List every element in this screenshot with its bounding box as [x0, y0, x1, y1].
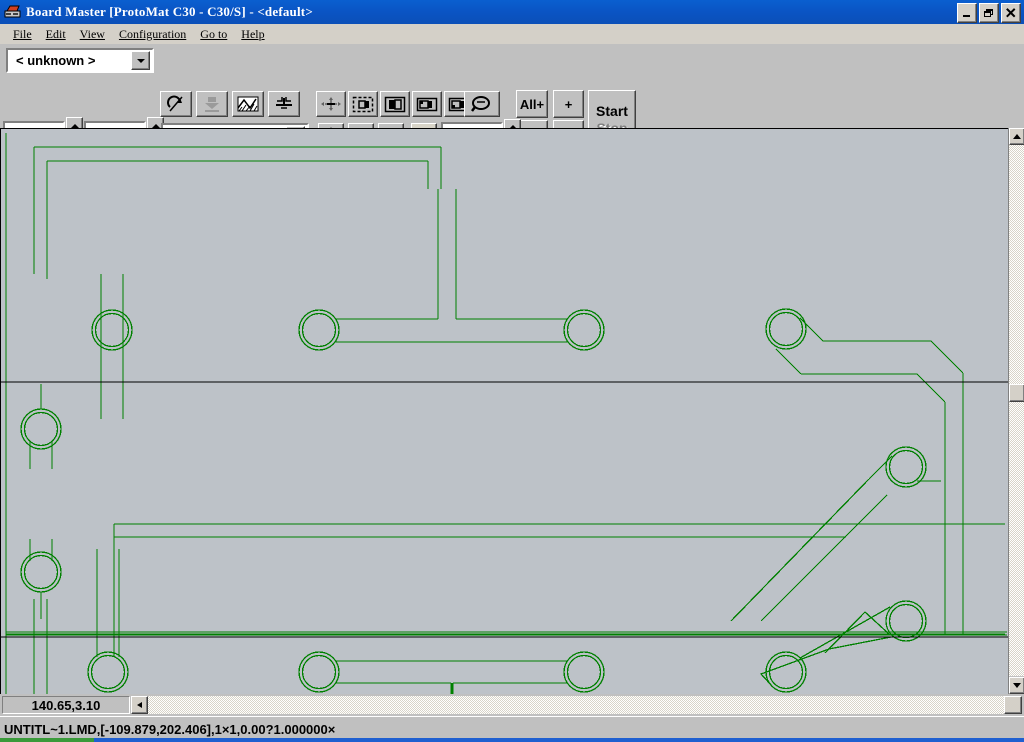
menu-bar: File Edit View Configuration Go to Help — [0, 24, 1024, 44]
vscroll-thumb[interactable] — [1009, 384, 1024, 402]
menu-file[interactable]: File — [6, 26, 39, 43]
menu-view[interactable]: View — [73, 26, 112, 43]
all-plus-button[interactable]: All+ — [516, 90, 548, 118]
menu-configuration-label: Configuration — [119, 27, 186, 41]
select-region-icon — [352, 96, 374, 113]
rotate-tool-icon — [166, 95, 186, 113]
coordinate-readout-value: 140.65,3.10 — [32, 698, 101, 713]
coordinate-bar: 140.65,3.10 — [0, 694, 1024, 716]
menu-view-label: View — [80, 27, 105, 41]
vertical-scrollbar[interactable] — [1008, 128, 1024, 694]
title-bar: Board Master [ProtoMat C30 - C30/S] - <d… — [0, 0, 1024, 24]
scroll-up-arrow[interactable] — [1009, 128, 1024, 145]
magnifier-button[interactable] — [464, 91, 500, 117]
tool-selection-combo[interactable]: < unknown > — [6, 48, 154, 73]
set-origin-icon — [274, 95, 294, 113]
select-region-button[interactable] — [348, 91, 378, 117]
scroll-down-arrow[interactable] — [1009, 677, 1024, 694]
download-tool-button[interactable] — [196, 91, 228, 117]
scroll-left-arrow[interactable] — [131, 696, 148, 714]
menu-edit[interactable]: Edit — [39, 26, 73, 43]
minimize-button[interactable] — [957, 3, 977, 23]
menu-file-label: File — [13, 27, 32, 41]
split-view-icon — [384, 96, 406, 113]
canvas-area — [0, 128, 1024, 694]
menu-configuration[interactable]: Configuration — [112, 26, 193, 43]
close-button[interactable] — [1001, 3, 1021, 23]
download-tool-icon — [202, 95, 222, 113]
plus-button[interactable]: + — [553, 90, 584, 118]
window-title: Board Master [ProtoMat C30 - C30/S] - <d… — [26, 4, 313, 20]
rotate-tool-button[interactable] — [160, 91, 192, 117]
magnifier-icon — [470, 95, 494, 113]
hatch-fill-button[interactable] — [232, 91, 264, 117]
horizontal-scrollbar[interactable] — [130, 694, 1024, 716]
pcb-layout-canvas[interactable] — [0, 128, 1008, 694]
menu-help[interactable]: Help — [234, 26, 271, 43]
pan-move-icon — [320, 96, 342, 112]
tool-combo-chevron-down-icon[interactable] — [131, 51, 150, 70]
taskbar-strip — [0, 738, 1024, 742]
all-plus-label: All+ — [520, 97, 544, 112]
vscroll-track-lower[interactable] — [1009, 402, 1024, 676]
hatch-fill-icon — [237, 96, 259, 112]
coordinate-readout: 140.65,3.10 — [2, 696, 130, 714]
toolbar-panel: < unknown > — [0, 44, 1024, 132]
menu-goto[interactable]: Go to — [193, 26, 234, 43]
menu-edit-label: Edit — [46, 27, 66, 41]
board-master-icon — [4, 4, 22, 20]
start-label: Start — [596, 103, 628, 120]
board-master-window: Board Master [ProtoMat C30 - C30/S] - <d… — [0, 0, 1024, 742]
pan-move-button[interactable] — [316, 91, 346, 117]
menu-goto-label: Go to — [200, 27, 227, 41]
taskbar-accent — [0, 738, 94, 742]
hscroll-track[interactable] — [148, 696, 1004, 714]
set-origin-button[interactable] — [268, 91, 300, 117]
tool-selection-value: < unknown > — [8, 53, 131, 68]
plus-label: + — [565, 97, 573, 112]
hscroll-thumb[interactable] — [1004, 696, 1022, 714]
zoom-in-region-icon — [416, 96, 438, 113]
zoom-in-region-button[interactable] — [412, 91, 442, 117]
status-line: UNTITL~1.LMD,[-109.879,202.406],1×1,0.00… — [0, 722, 335, 737]
window-controls — [957, 3, 1021, 23]
menu-help-label: Help — [241, 27, 264, 41]
split-view-button[interactable] — [380, 91, 410, 117]
restore-button[interactable] — [979, 3, 999, 23]
vscroll-track-upper[interactable] — [1009, 145, 1024, 384]
